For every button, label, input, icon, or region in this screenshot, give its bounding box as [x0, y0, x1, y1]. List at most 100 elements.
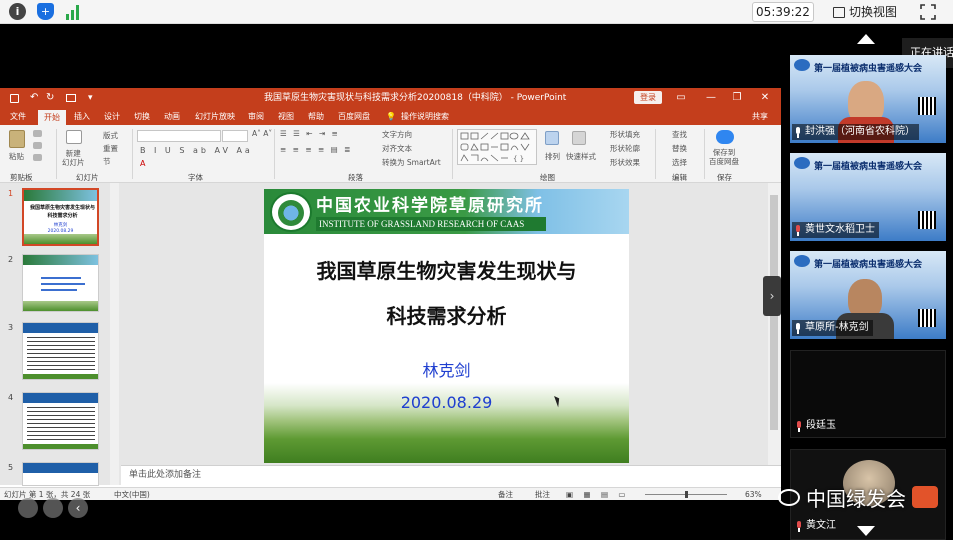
notes-pane[interactable]: 单击此处添加备注 — [121, 465, 781, 485]
font-size-select[interactable] — [222, 130, 248, 142]
participant-tile[interactable]: 第一届植被病虫害遥感大会 黄世文水稻卫士 — [790, 153, 946, 241]
arrange-icon[interactable] — [545, 131, 559, 145]
ribbon-options-icon[interactable]: ▭ — [670, 88, 692, 108]
menu-help[interactable]: 帮助 — [308, 108, 324, 125]
align-text-button[interactable]: 对齐文本 — [382, 143, 412, 154]
copy-icon[interactable] — [33, 142, 42, 149]
ppt-ribbon: 粘贴 剪贴板 新建 幻灯片 版式 重置 节 幻灯片 A˄ A˅ B I U S … — [0, 125, 781, 183]
switch-view-button[interactable]: 切换视图 — [833, 3, 897, 21]
minimize-icon[interactable]: — — [700, 88, 722, 108]
comments-toggle[interactable]: 批注 — [535, 488, 550, 500]
find-button[interactable]: 查找 — [672, 129, 687, 140]
quick-styles-icon[interactable] — [572, 131, 586, 145]
menu-animations[interactable]: 动画 — [164, 108, 180, 125]
replace-button[interactable]: 替换 — [672, 143, 687, 154]
slide-thumbnail-3[interactable] — [22, 322, 99, 380]
participant-name: 段廷玉 — [806, 420, 836, 431]
new-slide-icon[interactable] — [66, 130, 82, 144]
list-buttons[interactable]: ☰ ☰ ⇤ ⇥ ≡ — [280, 129, 340, 138]
thumb-banner — [23, 393, 98, 403]
language[interactable]: 中文(中国) — [114, 488, 150, 500]
save-baidu-label[interactable]: 保存到 百度网盘 — [709, 148, 739, 166]
slide-thumbnail-2[interactable] — [22, 254, 99, 312]
slide-thumbnails-pane[interactable]: 1 我国草原生物灾害发生现状与科技需求分析 林克剑 2020.08.29 2 3 — [0, 183, 121, 486]
close-icon[interactable]: ✕ — [754, 88, 776, 108]
menu-file[interactable]: 文件 — [10, 108, 26, 125]
menu-view[interactable]: 视图 — [278, 108, 294, 125]
zoom-level[interactable]: 63% — [745, 488, 762, 500]
font-grow-icon[interactable]: A˄ A˅ — [252, 129, 272, 138]
thumb-line — [41, 277, 81, 279]
zoom-thumb[interactable] — [685, 491, 688, 498]
customize-toolbar-icon[interactable]: ▾ — [88, 88, 93, 108]
participant-tile[interactable]: 第一届植被病虫害遥感大会 草原所-林克剑 — [790, 251, 946, 339]
slide-thumbnail-5[interactable] — [22, 462, 99, 486]
thumbs-scrollbar[interactable] — [110, 183, 119, 485]
menu-review[interactable]: 审阅 — [248, 108, 264, 125]
slide-scrollbar[interactable] — [768, 183, 781, 465]
share-button[interactable]: 共享 — [752, 108, 768, 125]
shape-fill-button[interactable]: 形状填充 — [610, 129, 640, 140]
shape-outline-button[interactable]: 形状轮廓 — [610, 143, 640, 154]
cut-icon[interactable] — [33, 130, 42, 137]
font-color-icon[interactable]: A — [140, 159, 145, 168]
institute-name-en: INSTITUTE OF GRASSLAND RESEARCH OF CAAS — [316, 217, 546, 231]
thumb-number: 4 — [8, 393, 14, 402]
scroll-down-icon[interactable] — [857, 526, 875, 536]
current-slide[interactable]: 中国农业科学院草原研究所 INSTITUTE OF GRASSLAND RESE… — [264, 189, 629, 463]
tell-me-search[interactable]: 操作说明搜索 — [401, 108, 449, 125]
shapes-gallery[interactable]: { } — [457, 129, 537, 165]
menu-slideshow[interactable]: 幻灯片放映 — [195, 108, 235, 125]
menu-baidu-netdisk[interactable]: 百度网盘 — [338, 108, 370, 125]
font-style-buttons[interactable]: B I U S ab AV Aa — [140, 146, 253, 155]
align-buttons[interactable]: ≡ ≡ ≡ ≡ ▤ ≣ — [280, 145, 352, 154]
select-button[interactable]: 选择 — [672, 157, 687, 168]
zoom-slider[interactable] — [645, 491, 727, 498]
fullscreen-icon[interactable] — [920, 4, 936, 20]
emoji-icon[interactable] — [18, 498, 38, 518]
back-arrow-icon[interactable]: ‹ — [68, 498, 88, 518]
scroll-up-icon[interactable] — [857, 34, 875, 44]
undo-icon[interactable]: ↶ — [30, 88, 38, 108]
group-editing: 编辑 — [672, 173, 687, 182]
chat-icon[interactable] — [43, 498, 63, 518]
restore-icon[interactable]: ❐ — [726, 88, 748, 108]
thumb-author: 林克剑 — [53, 223, 68, 228]
shape-effects-button[interactable]: 形状效果 — [610, 157, 640, 168]
redo-icon[interactable]: ↻ — [46, 88, 54, 108]
participant-tile[interactable]: 段廷玉 — [790, 350, 946, 438]
paste-label[interactable]: 粘贴 — [9, 151, 24, 162]
network-signal-icon[interactable] — [65, 4, 81, 20]
login-button[interactable]: 登录 — [634, 91, 662, 104]
arrange-label[interactable]: 排列 — [545, 151, 560, 162]
group-slides: 幻灯片 — [76, 173, 99, 182]
quick-styles-label[interactable]: 快速样式 — [566, 151, 596, 162]
section-button[interactable]: 节 — [103, 156, 111, 167]
format-painter-icon[interactable] — [33, 154, 42, 161]
menu-transitions[interactable]: 切换 — [134, 108, 150, 125]
menu-design[interactable]: 设计 — [104, 108, 120, 125]
info-icon[interactable]: i — [9, 3, 26, 20]
notes-toggle[interactable]: 备注 — [498, 488, 513, 500]
present-icon[interactable] — [66, 94, 76, 102]
layout-button[interactable]: 版式 — [103, 130, 118, 141]
view-buttons[interactable]: ▣ ▦ ▤ ▭ — [566, 488, 630, 500]
baidu-netdisk-icon[interactable] — [716, 130, 734, 144]
grid-view-icon — [833, 6, 845, 18]
font-family-select[interactable] — [137, 130, 221, 142]
paste-icon[interactable] — [9, 130, 25, 148]
reset-button[interactable]: 重置 — [103, 143, 118, 154]
smartart-button[interactable]: 转换为 SmartArt — [382, 157, 441, 168]
menu-insert[interactable]: 插入 — [74, 108, 90, 125]
save-icon[interactable] — [10, 94, 19, 103]
conference-banner: 第一届植被病虫害遥感大会 — [814, 64, 923, 74]
collapse-panel-chevron-icon[interactable]: › — [763, 276, 781, 316]
text-direction-button[interactable]: 文字方向 — [382, 129, 412, 140]
participant-tile[interactable]: 第一届植被病虫害遥感大会 封洪强（河南省农科院） — [790, 55, 946, 143]
new-slide-label[interactable]: 新建 幻灯片 — [62, 149, 85, 167]
ribbon-separator — [655, 129, 656, 179]
menu-home[interactable]: 开始 — [38, 110, 66, 125]
slide-thumbnail-1[interactable]: 我国草原生物灾害发生现状与科技需求分析 林克剑 2020.08.29 — [22, 188, 99, 246]
shield-icon[interactable]: + — [37, 3, 54, 20]
slide-thumbnail-4[interactable] — [22, 392, 99, 450]
